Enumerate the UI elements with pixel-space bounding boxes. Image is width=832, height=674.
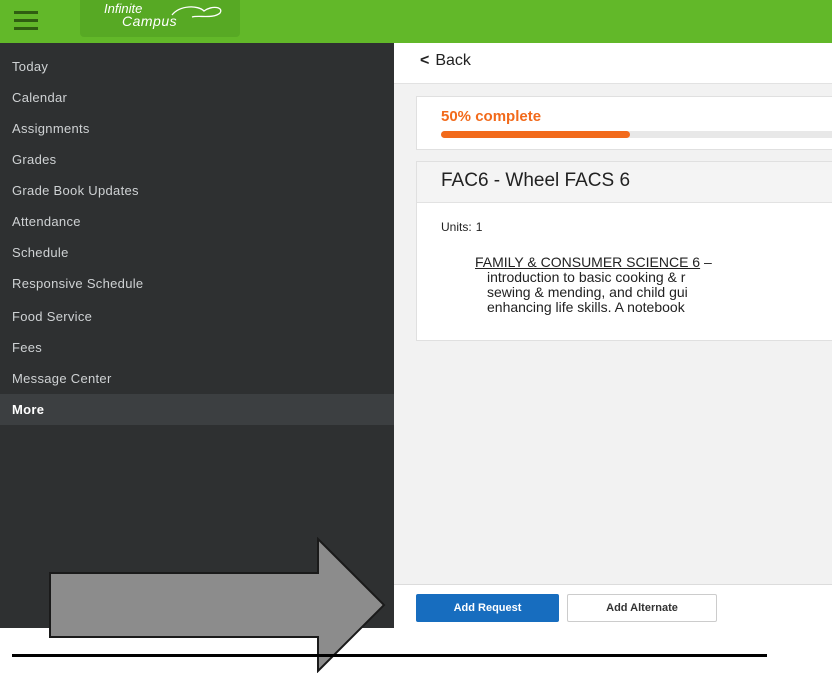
course-card: FAC6 - Wheel FACS 6 Units: 1 FAMILY & CON… xyxy=(416,161,832,341)
back-label: Back xyxy=(435,52,471,69)
main-content: < Back 50% complete FAC6 - Wheel FACS 6 U… xyxy=(394,43,832,628)
units-text: Units: 1 xyxy=(441,220,482,234)
sidebar-item-grades[interactable]: Grades xyxy=(0,144,394,175)
sidebar-item-message-center[interactable]: Message Center xyxy=(0,363,394,394)
back-link[interactable]: < Back xyxy=(420,52,471,70)
add-request-button[interactable]: Add Request xyxy=(416,594,559,622)
logo-line2: Campus xyxy=(122,13,178,29)
course-desc-line1: introduction to basic cooking & r xyxy=(487,269,686,285)
pointer-arrow-annotation xyxy=(49,537,386,673)
sidebar-item-food-service[interactable]: Food Service xyxy=(0,301,394,332)
progress-track xyxy=(441,131,832,138)
top-bar: Infinite Campus xyxy=(0,0,832,43)
course-desc-dash: – xyxy=(700,254,712,270)
sidebar-item-fees[interactable]: Fees xyxy=(0,332,394,363)
course-description: FAMILY & CONSUMER SCIENCE 6 – introducti… xyxy=(475,255,832,315)
course-header: FAC6 - Wheel FACS 6 xyxy=(417,162,832,203)
sidebar-item-assignments[interactable]: Assignments xyxy=(0,113,394,144)
app-logo[interactable]: Infinite Campus xyxy=(104,2,177,28)
course-title: FAC6 - Wheel FACS 6 xyxy=(441,170,631,191)
sidebar-item-calendar[interactable]: Calendar xyxy=(0,82,394,113)
progress-label: 50% complete xyxy=(441,108,542,125)
sidebar-item-more[interactable]: More xyxy=(0,394,394,425)
sidebar-item-grade-book-updates[interactable]: Grade Book Updates xyxy=(0,175,394,206)
logo-swoosh-icon xyxy=(171,6,222,18)
action-footer: Add Request Add Alternate xyxy=(394,584,832,629)
progress-card: 50% complete xyxy=(416,96,832,150)
sidebar-item-schedule[interactable]: Schedule xyxy=(0,237,394,268)
course-desc-line2: sewing & mending, and child gui xyxy=(487,284,688,300)
back-bar: < Back xyxy=(394,43,832,84)
sidebar-item-today[interactable]: Today xyxy=(0,51,394,82)
underline-annotation xyxy=(12,654,767,657)
course-code: FAMILY & CONSUMER SCIENCE 6 xyxy=(475,254,701,270)
chevron-left-icon: < xyxy=(420,52,430,69)
hamburger-menu-icon[interactable] xyxy=(14,11,38,31)
units-value: 1 xyxy=(475,220,483,234)
course-desc-line3: enhancing life skills. A notebook xyxy=(487,299,685,315)
progress-fill xyxy=(441,131,630,138)
sidebar-item-attendance[interactable]: Attendance xyxy=(0,206,394,237)
units-label: Units: xyxy=(441,220,472,234)
sidebar-item-responsive-schedule[interactable]: Responsive Schedule xyxy=(0,268,394,299)
add-alternate-button[interactable]: Add Alternate xyxy=(567,594,717,622)
